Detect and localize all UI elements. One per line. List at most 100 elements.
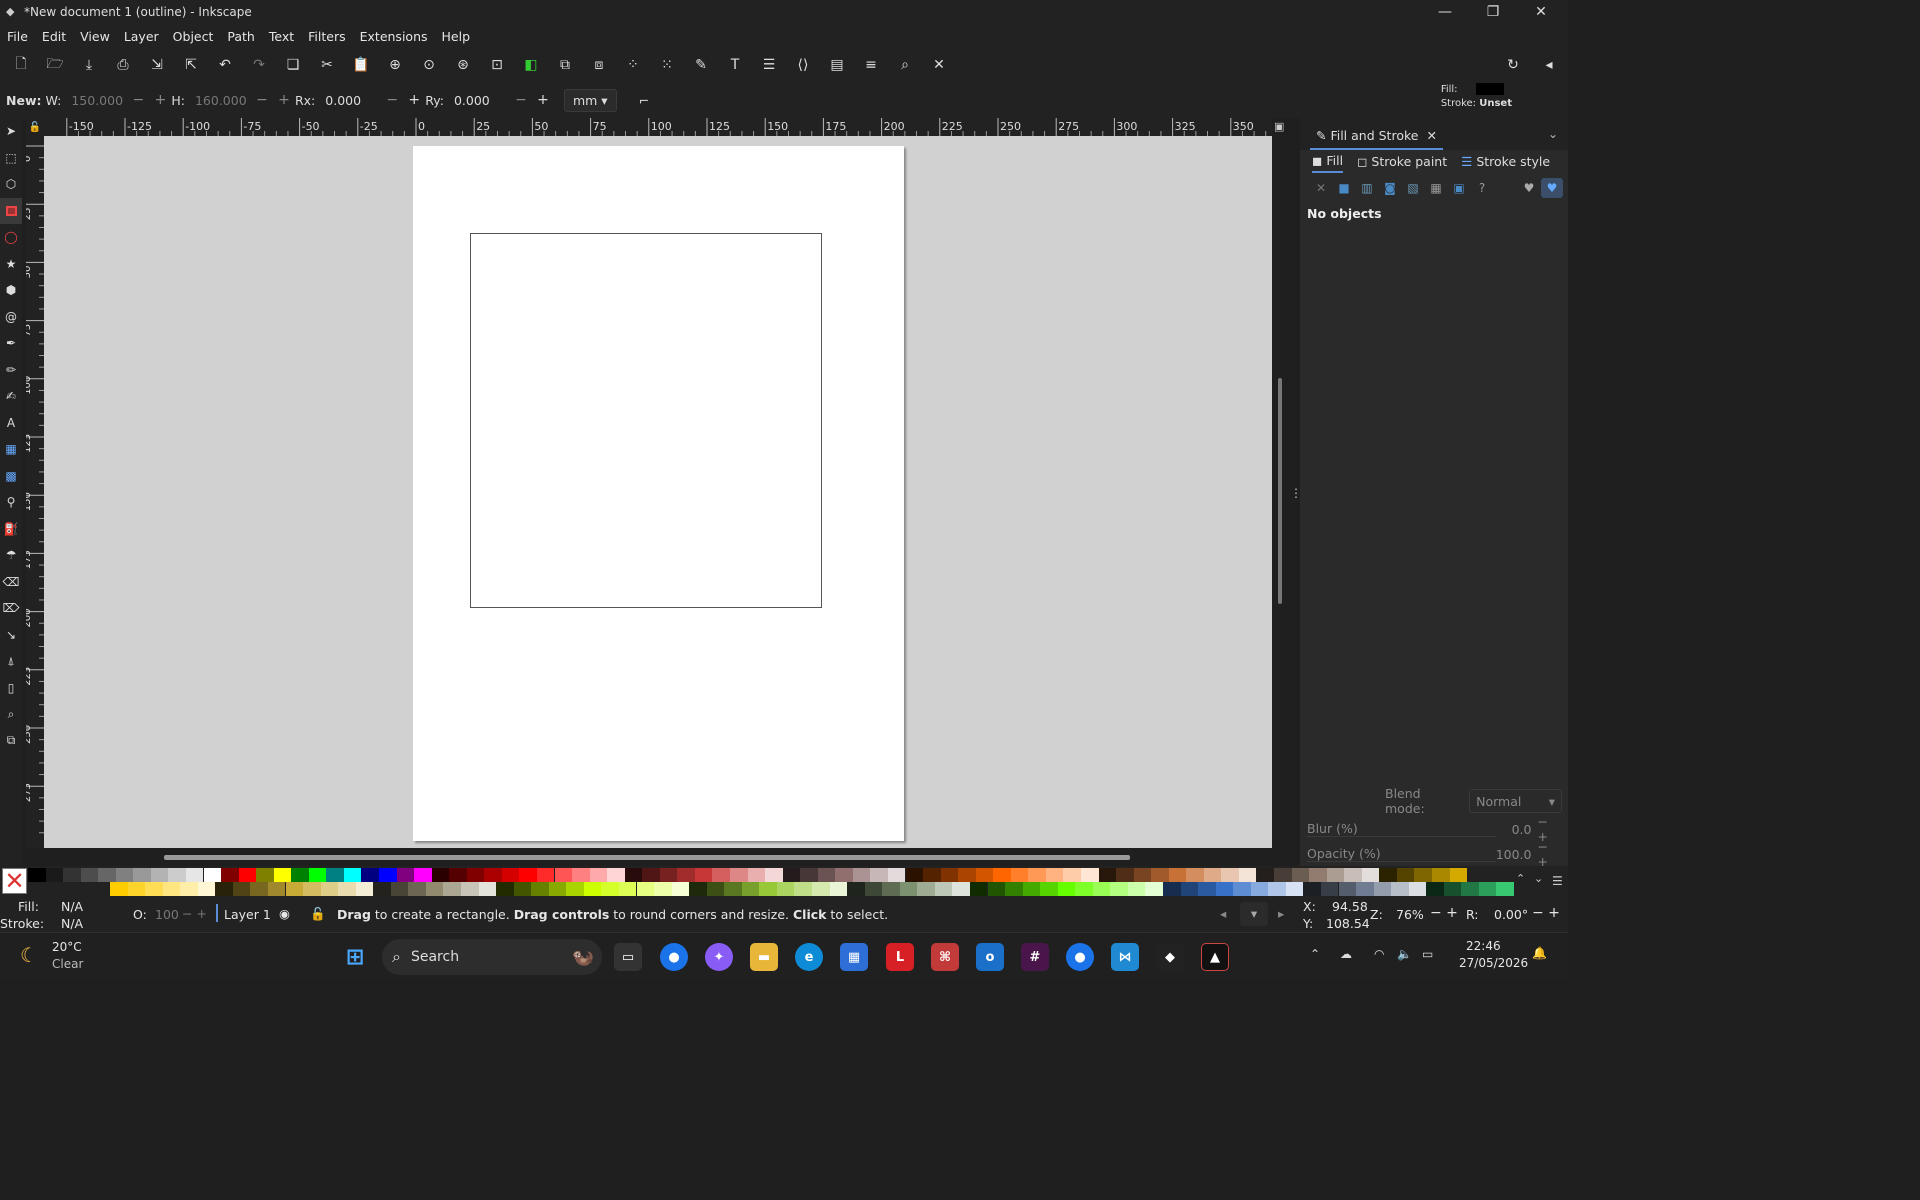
width-decrement[interactable]: − [127,92,149,108]
zoom-stepper[interactable]: − + [1430,905,1458,921]
palette-swatch[interactable] [221,868,239,882]
palette-swatch[interactable] [1443,882,1462,896]
palette-swatch[interactable] [63,868,81,882]
palette-swatch[interactable] [285,882,304,896]
palette-swatch[interactable] [706,882,725,896]
notification-bell-icon[interactable]: 🔔 [1532,946,1547,960]
palette-swatch[interactable] [1285,882,1304,896]
no-paint-swatch-icon[interactable]: ✕ [2,868,27,894]
palette-swatch[interactable] [747,868,766,882]
palette-swatch[interactable] [1028,868,1046,882]
palette-swatch[interactable] [1426,882,1444,896]
clock-date[interactable]: 27/05/2026 [1459,956,1528,970]
width-input[interactable]: 150.000 [65,93,127,108]
palette-swatch[interactable] [730,868,748,882]
palette-swatch[interactable] [127,882,146,896]
dock-menu-chevron-icon[interactable]: ⌄ [1548,127,1558,141]
linear-gradient-icon[interactable]: ▥ [1356,178,1378,198]
palette-swatch[interactable] [934,882,953,896]
current-layer[interactable]: Layer 1 [224,907,271,922]
paint-bucket-tool-icon[interactable]: ⛽ [0,516,22,543]
palette-swatch[interactable] [852,868,871,882]
width-increment[interactable]: + [149,92,171,108]
layer-lock-icon[interactable]: 🔓 [310,906,326,922]
copilot-icon[interactable]: ✦ [705,943,733,971]
swatch-icon[interactable]: ▣ [1448,178,1470,198]
palette-swatch[interactable] [408,882,426,896]
menu-file[interactable]: File [0,29,35,44]
palette-swatch[interactable] [554,868,573,882]
save-icon[interactable]: ⤓ [72,50,106,80]
height-input[interactable]: 160.000 [189,93,251,108]
palette-swatch[interactable] [115,868,134,882]
palette-swatch[interactable] [1133,868,1152,882]
palette-swatch[interactable] [1110,882,1128,896]
palette-swatch[interactable] [338,882,356,896]
outlook-icon[interactable]: o [976,943,1004,971]
palette-swatch[interactable] [1338,882,1357,896]
battery-icon[interactable]: ▭ [1422,947,1433,961]
ry-input[interactable]: 0.000 [448,93,510,108]
palette-swatch[interactable] [905,868,924,882]
menu-view[interactable]: View [73,29,117,44]
palette-swatch[interactable] [320,882,339,896]
palette-swatch[interactable] [390,882,409,896]
palette-swatch[interactable] [536,868,555,882]
pattern-icon[interactable]: ▦ [1425,178,1447,198]
close-tab-icon[interactable]: ✕ [1426,128,1436,143]
opacity-stepper[interactable]: − + [1538,839,1563,869]
palette-swatch[interactable] [847,882,865,896]
palette-swatch[interactable] [794,882,812,896]
duplicate-icon[interactable]: ◧ [514,50,548,80]
connector-tool-icon[interactable]: ↘ [0,622,22,649]
ms-store-icon[interactable]: ▦ [840,943,868,971]
tray-overflow-icon[interactable]: ⌃ [1310,947,1320,961]
unset-paint-icon[interactable]: ? [1471,178,1493,198]
menu-object[interactable]: Object [166,29,221,44]
palette-swatch[interactable] [694,868,713,882]
palette-swatch[interactable] [1250,882,1269,896]
palette-swatch[interactable] [1186,868,1204,882]
xml-editor-icon[interactable]: ⟨⟩ [786,50,820,80]
palette-swatch[interactable] [531,882,549,896]
palette-swatch[interactable] [958,868,976,882]
fill-rule-nonzero-icon[interactable]: ♥ [1541,178,1563,198]
palette-swatch[interactable] [1116,868,1134,882]
palette-swatch[interactable] [1320,882,1339,896]
palette-swatch[interactable] [1326,868,1345,882]
palette-swatch[interactable] [993,868,1011,882]
slack-icon[interactable]: # [1021,943,1049,971]
rx-input[interactable]: 0.000 [319,93,381,108]
palette-swatch[interactable] [425,882,444,896]
palette-swatch[interactable] [642,868,660,882]
palette-scroll-up-icon[interactable]: ⌃ [1516,872,1525,885]
zoom-page-icon[interactable]: ⊛ [446,50,480,80]
palette-swatch[interactable] [835,868,853,882]
edge-icon[interactable]: e [795,943,823,971]
palette-swatch[interactable] [1127,882,1146,896]
onedrive-icon[interactable]: ☁ [1340,947,1352,961]
palette-swatch[interactable] [1373,882,1392,896]
menu-path[interactable]: Path [220,29,261,44]
palette-swatch[interactable] [501,868,520,882]
palette-swatch[interactable] [1057,882,1076,896]
palette-swatch[interactable] [607,868,625,882]
palette-swatch[interactable] [185,868,204,882]
palette-swatch[interactable] [1274,868,1292,882]
palette-swatch[interactable] [513,882,532,896]
palette-swatch[interactable] [1268,882,1286,896]
mesh-gradient-icon[interactable]: ▧ [1402,178,1424,198]
page-prev-icon[interactable]: ◂ [1220,906,1226,921]
palette-swatch[interactable] [782,868,801,882]
palette-swatch[interactable] [899,882,918,896]
palette-swatch[interactable] [1203,868,1222,882]
cut-icon[interactable]: ✂ [310,50,344,80]
palette-swatch[interactable] [308,868,327,882]
palette-swatch[interactable] [566,882,584,896]
calligraphy-tool-icon[interactable]: ✍ [0,383,22,410]
not-rounded-icon[interactable]: ⌐ [639,93,649,108]
copy-icon[interactable]: ❏ [276,50,310,80]
zoom-drawing-icon[interactable]: ⊙ [412,50,446,80]
palette-swatch[interactable] [98,868,116,882]
blend-mode-select[interactable]: Normal ▾ [1469,789,1562,813]
